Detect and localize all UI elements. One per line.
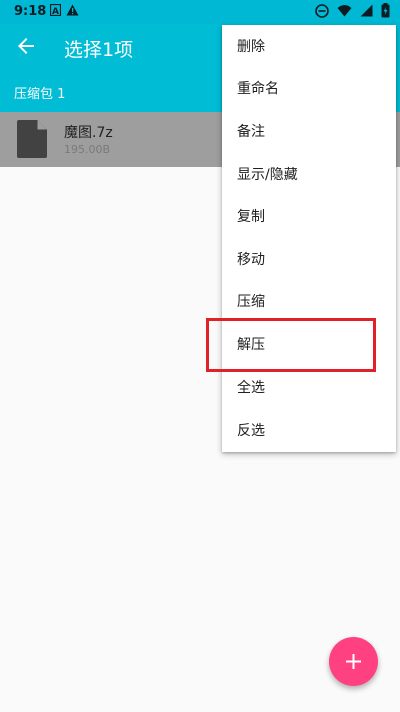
file-name: 魔图.7z [64, 125, 113, 141]
menu-item-label: 全选 [237, 380, 265, 396]
warning-icon [66, 4, 79, 19]
menu-item-rename[interactable]: 重命名 [222, 67, 396, 109]
svg-text:A: A [52, 7, 59, 16]
menu-item-label: 重命名 [237, 81, 279, 97]
highlight-box [206, 318, 376, 372]
status-time: 9:18 [14, 4, 47, 19]
menu-item-label: 反选 [237, 423, 265, 439]
menu-item-label: 压缩 [237, 294, 265, 310]
menu-item-label: 移动 [237, 252, 265, 268]
menu-item-compress[interactable]: 压缩 [222, 280, 396, 322]
file-icon [17, 120, 47, 158]
menu-item-move[interactable]: 移动 [222, 238, 396, 280]
add-button[interactable] [329, 637, 378, 686]
status-bar: 9:18 A [0, 0, 400, 24]
menu-item-show-hide[interactable]: 显示/隐藏 [222, 153, 396, 195]
page-title: 选择1项 [64, 39, 134, 61]
menu-item-note[interactable]: 备注 [222, 110, 396, 152]
menu-item-label: 备注 [237, 124, 265, 140]
menu-item-invert-selection[interactable]: 反选 [222, 409, 396, 451]
menu-item-delete[interactable]: 删除 [222, 25, 396, 67]
context-menu: 删除 重命名 备注 显示/隐藏 复制 移动 压缩 解压 全选 反选 [222, 25, 396, 452]
menu-item-label: 删除 [237, 39, 265, 55]
battery-icon [381, 3, 390, 23]
menu-item-select-all[interactable]: 全选 [222, 366, 396, 408]
file-size: 195.00B [64, 143, 111, 156]
arrow-back-icon[interactable] [14, 34, 38, 58]
breadcrumb-item[interactable]: 压缩包 1 [14, 83, 65, 102]
a-notification-icon: A [49, 3, 62, 19]
signal-icon [360, 4, 373, 22]
wifi-icon [337, 4, 352, 22]
menu-item-label: 显示/隐藏 [237, 167, 298, 183]
dnd-icon [315, 3, 329, 23]
menu-item-copy[interactable]: 复制 [222, 195, 396, 237]
menu-item-label: 复制 [237, 209, 265, 225]
plus-icon [346, 654, 361, 669]
